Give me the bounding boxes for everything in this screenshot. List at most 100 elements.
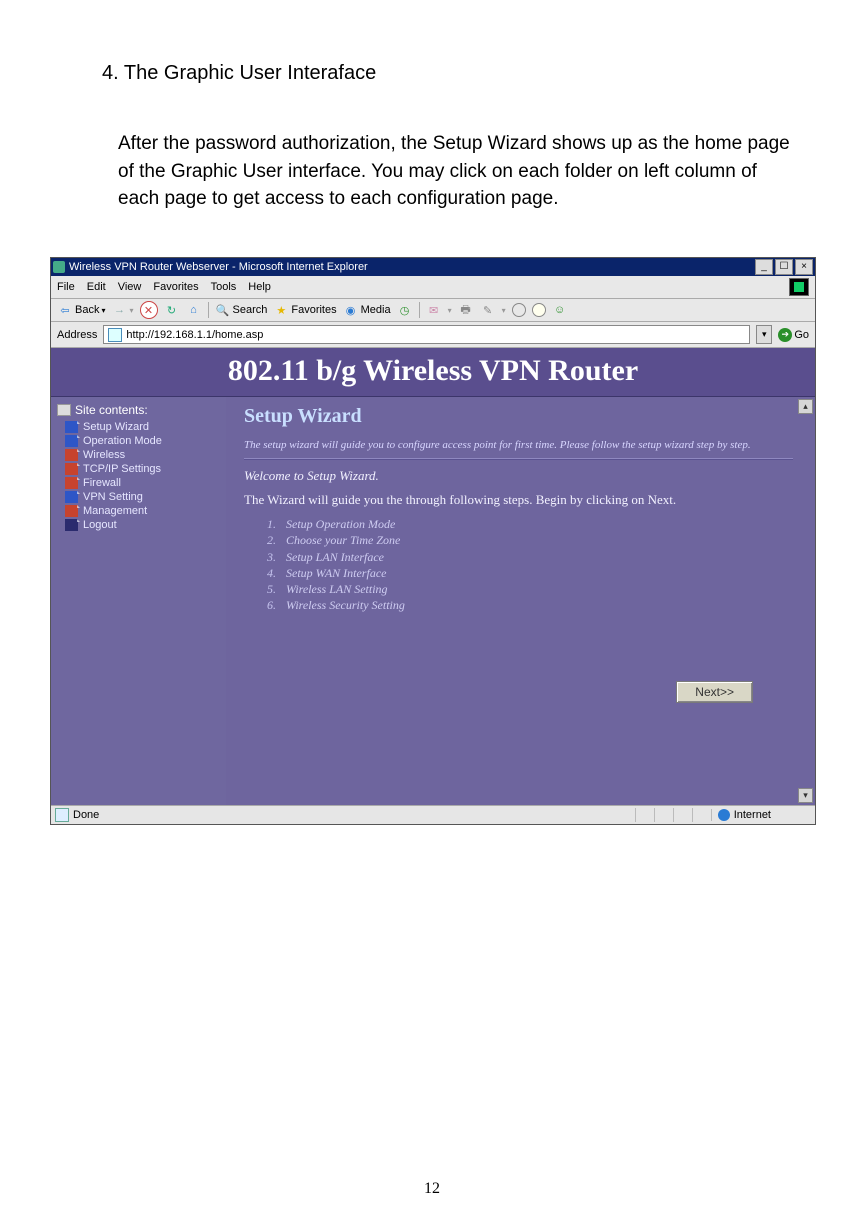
page-icon [108,328,122,342]
go-button[interactable]: ➔ Go [778,328,809,342]
status-text: Done [73,809,99,821]
sidebar-item-label: Management [83,505,147,517]
chevron-down-icon: ▾ [502,306,506,315]
file-icon [65,519,78,531]
sidebar-item-label: Wireless [83,449,125,461]
chevron-down-icon: ▾ [448,306,452,315]
menu-help[interactable]: Help [248,281,271,293]
sidebar-item-label: Firewall [83,477,121,489]
sidebar-item-label: TCP/IP Settings [83,463,161,475]
sidebar-item-vpn-setting[interactable]: VPN Setting [65,490,222,504]
go-icon: ➔ [778,328,792,342]
chevron-down-icon: ▾ [101,306,105,315]
refresh-icon[interactable]: ↻ [164,302,180,318]
wizard-step: 5.Wireless LAN Setting [266,581,793,597]
media-button[interactable]: ◉ Media [343,302,391,318]
sidebar-item-label: VPN Setting [83,491,143,503]
throbber-icon [789,278,809,296]
home-icon[interactable]: ⌂ [186,302,202,318]
security-zone: Internet [711,809,811,821]
contents-icon [57,404,71,416]
address-label: Address [57,329,97,341]
menu-file[interactable]: File [57,281,75,293]
maximize-button[interactable]: ☐ [775,259,793,275]
search-button[interactable]: 🔍 Search [215,302,268,318]
sidebar-item-label: Setup Wizard [83,421,149,433]
menu-view[interactable]: View [118,281,142,293]
intro-paragraph: After the password authorization, the Se… [118,130,798,213]
minimize-button[interactable]: _ [755,259,773,275]
titlebar: Wireless VPN Router Webserver - Microsof… [51,258,815,276]
wizard-step-label: Wireless LAN Setting [286,581,388,597]
file-icon [65,421,78,433]
star-icon: ★ [273,302,289,318]
sidebar-item-operation-mode[interactable]: Operation Mode [65,434,222,448]
menu-favorites[interactable]: Favorites [153,281,198,293]
wizard-step: 3.Setup LAN Interface [266,549,793,565]
wizard-title: Setup Wizard [244,405,793,428]
sidebar-item-setup-wizard[interactable]: Setup Wizard [65,420,222,434]
print-icon[interactable]: 🖶 [458,302,474,318]
close-button[interactable]: × [795,259,813,275]
wizard-step-label: Setup WAN Interface [286,565,386,581]
sidebar: Site contents: Setup Wizard Operation Mo… [51,397,226,805]
media-label: Media [361,304,391,316]
back-arrow-icon: ⇦ [57,302,73,318]
file-icon [65,491,78,503]
folder-icon [65,505,78,517]
back-label: Back [75,304,99,316]
address-input[interactable]: http://192.168.1.1/home.asp [103,325,750,344]
statusbar: Done Internet [51,805,815,824]
wizard-step-label: Wireless Security Setting [286,597,405,613]
address-dropdown[interactable]: ▾ [756,325,772,344]
menu-tools[interactable]: Tools [211,281,237,293]
sidebar-item-firewall[interactable]: Firewall [65,476,222,490]
toolbar: ⇦ Back ▾ → ▾ ✕ ↻ ⌂ 🔍 Search ★ Fa [51,299,815,322]
scroll-up-button[interactable]: ▴ [798,399,813,414]
menubar: File Edit View Favorites Tools Help [51,276,815,299]
wizard-step: 4.Setup WAN Interface [266,565,793,581]
sidebar-item-management[interactable]: Management [65,504,222,518]
section-heading: 4. The Graphic User Interaface [102,62,376,85]
wizard-welcome: Welcome to Setup Wizard. [244,468,793,484]
sidebar-header: Site contents: [57,403,222,417]
main-panel: ▴ Setup Wizard The setup wizard will gui… [226,397,815,805]
addressbar: Address http://192.168.1.1/home.asp ▾ ➔ … [51,322,815,348]
wizard-step-label: Choose your Time Zone [286,532,400,548]
sidebar-item-logout[interactable]: Logout [65,518,222,532]
app-icon [53,261,65,273]
favorites-label: Favorites [291,304,336,316]
folder-icon [65,477,78,489]
chevron-down-icon: ▾ [129,306,133,315]
divider [244,458,793,460]
messenger-icon[interactable]: ☺ [552,302,568,318]
stop-icon[interactable]: ✕ [140,301,158,319]
scroll-down-button[interactable]: ▾ [798,788,813,803]
address-value: http://192.168.1.1/home.asp [126,329,263,341]
file-icon [65,435,78,447]
sidebar-item-wireless[interactable]: Wireless [65,448,222,462]
window-title: Wireless VPN Router Webserver - Microsof… [69,261,753,273]
next-button[interactable]: Next>> [676,681,753,703]
sidebar-header-text: Site contents: [75,403,148,417]
edit-icon[interactable]: ✎ [480,302,496,318]
wizard-steps: 1.Setup Operation Mode 2.Choose your Tim… [266,516,793,613]
go-label: Go [794,329,809,341]
sidebar-item-tcpip-settings[interactable]: TCP/IP Settings [65,462,222,476]
menu-edit[interactable]: Edit [87,281,106,293]
related-icon[interactable] [532,303,546,317]
history-icon[interactable]: ◷ [397,302,413,318]
back-button[interactable]: ⇦ Back ▾ [57,302,105,318]
media-icon: ◉ [343,302,359,318]
discuss-icon[interactable] [512,303,526,317]
favorites-button[interactable]: ★ Favorites [273,302,336,318]
forward-button[interactable]: → ▾ [111,302,133,318]
wizard-step-label: Setup Operation Mode [286,516,395,532]
sidebar-item-label: Logout [83,519,117,531]
mail-icon[interactable]: ✉ [426,302,442,318]
search-icon: 🔍 [215,302,231,318]
wizard-step-label: Setup LAN Interface [286,549,384,565]
folder-icon [65,463,78,475]
screenshot-figure: Wireless VPN Router Webserver - Microsof… [50,257,814,825]
search-label: Search [233,304,268,316]
